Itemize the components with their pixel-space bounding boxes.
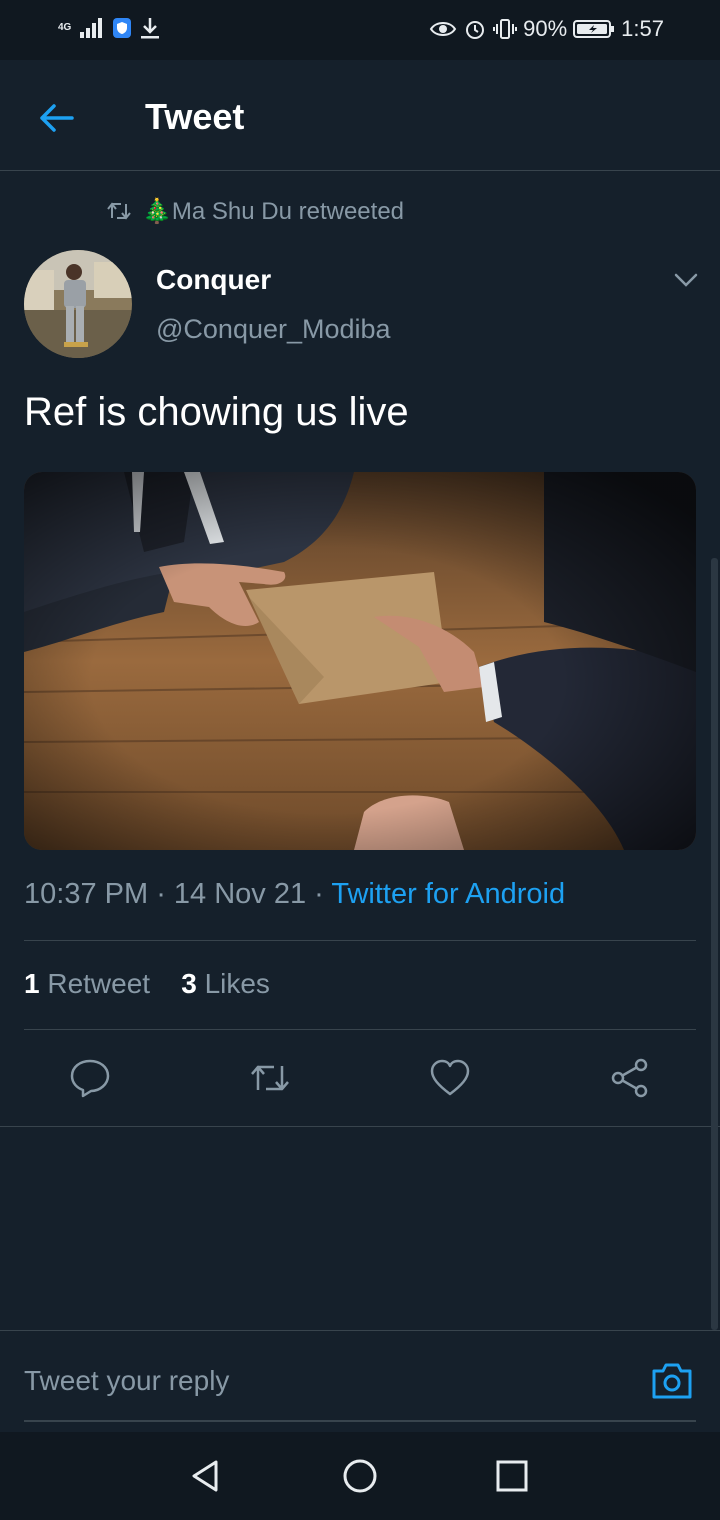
retweeter-text: Ma Shu Du retweeted xyxy=(171,197,405,225)
tweet-time: 10:37 PM xyxy=(24,878,149,910)
share-icon[interactable] xyxy=(608,1056,652,1100)
meta-separator: · xyxy=(306,878,332,910)
retweet-label: Retweet xyxy=(47,968,151,999)
tweet-media-image[interactable] xyxy=(24,472,696,850)
nav-home-icon[interactable] xyxy=(340,1456,380,1496)
app-header: Tweet xyxy=(0,60,720,171)
retweet-small-icon xyxy=(107,202,131,220)
battery-percent: 90% xyxy=(523,16,568,41)
retweeter-name[interactable]: 🎄Ma Shu Du retweeted xyxy=(142,197,404,226)
retweet-context: 🎄Ma Shu Du retweeted xyxy=(106,196,404,226)
tweet-date: 14 Nov 21 xyxy=(173,878,307,910)
status-right: 90% 1:57 xyxy=(429,16,664,42)
divider xyxy=(24,940,696,941)
envelope-handoff-photo xyxy=(24,472,696,850)
eye-icon xyxy=(429,22,457,36)
status-left: 4G xyxy=(58,16,161,40)
meta-separator: · xyxy=(148,878,174,910)
tweet-timestamp: 10:37 PM · 14 Nov 21 · Twitter for Andro… xyxy=(24,878,565,911)
like-count: 3 xyxy=(181,968,197,999)
tweet-source-link[interactable]: Twitter for Android xyxy=(331,878,565,910)
reply-input[interactable] xyxy=(24,1361,624,1401)
avatar-photo xyxy=(24,250,132,358)
network-indicator: 4G xyxy=(58,23,71,33)
scrollbar[interactable] xyxy=(711,558,718,1330)
nav-back-icon[interactable] xyxy=(186,1456,226,1496)
download-icon xyxy=(141,18,160,39)
vibrate-icon xyxy=(493,19,518,39)
tweet-stats: 1 Retweet 3 Likes xyxy=(24,968,270,1000)
avatar[interactable] xyxy=(24,250,132,358)
retweet-count: 1 xyxy=(24,968,40,999)
battery-icon xyxy=(573,20,615,38)
likes-stat[interactable]: 3 Likes xyxy=(181,968,270,999)
back-arrow-icon[interactable] xyxy=(36,98,76,138)
network-type: 4G xyxy=(58,22,72,33)
status-bar: 4G 90% 1:57 xyxy=(0,0,720,60)
display-name[interactable]: Conquer xyxy=(156,264,271,296)
reply-underline xyxy=(24,1420,696,1422)
nav-recents-icon[interactable] xyxy=(492,1456,532,1496)
camera-icon[interactable] xyxy=(650,1361,694,1401)
alarm-icon xyxy=(466,21,485,39)
shield-icon xyxy=(113,18,132,38)
tweet-text: Ref is chowing us live xyxy=(24,390,409,434)
chevron-down-icon[interactable] xyxy=(672,266,700,294)
signal-icon xyxy=(80,18,103,38)
page-title: Tweet xyxy=(145,96,245,137)
divider xyxy=(24,1029,696,1030)
retweet-icon[interactable] xyxy=(248,1056,292,1100)
like-label: Likes xyxy=(204,968,270,999)
clock-time: 1:57 xyxy=(621,16,664,41)
tree-emoji: 🎄 xyxy=(142,197,172,225)
user-handle[interactable]: @Conquer_Modiba xyxy=(156,314,391,345)
retweets-stat[interactable]: 1 Retweet xyxy=(24,968,150,999)
system-nav-bar xyxy=(0,1432,720,1520)
reply-bar xyxy=(0,1331,720,1431)
reply-icon[interactable] xyxy=(68,1056,112,1100)
divider xyxy=(0,1126,720,1127)
like-heart-icon[interactable] xyxy=(428,1056,472,1100)
